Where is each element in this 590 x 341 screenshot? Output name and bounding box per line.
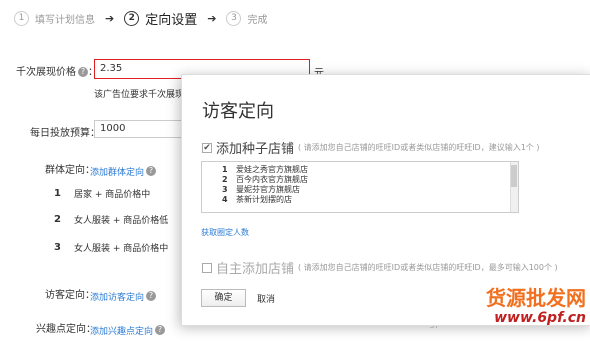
list-scrollbar[interactable]: [510, 162, 518, 212]
list-item: 3 曼妮芬官方旗舰店: [202, 185, 518, 195]
list-item-number: 4: [222, 195, 228, 204]
help-icon[interactable]: ?: [146, 290, 157, 301]
group-item-number: 3: [54, 242, 61, 253]
budget-input[interactable]: 1000: [94, 120, 184, 138]
step-indicator: 1 填写计划信息 ➔ 2 定向设置 ➔ 3 完成: [14, 8, 267, 28]
visitor-label: 访客定向：: [45, 290, 95, 301]
arrow-right-icon: ➔: [105, 11, 115, 25]
modal-title: 访客定向: [202, 101, 274, 122]
list-item-name: 百今内衣官方旗舰店: [236, 175, 308, 184]
seed-shop-list[interactable]: 1 爱娃之秀官方旗舰店 2 百今内衣官方旗舰店 3 曼妮芬官方旗舰店 4 茶新计…: [201, 161, 519, 213]
step-3-label: 完成: [247, 14, 268, 26]
list-item-name: 曼妮芬官方旗舰店: [236, 185, 300, 194]
seed-shop-label: 添加种子店铺: [216, 142, 295, 157]
group-item: 3 女人服装 + 商品价格中: [54, 241, 168, 254]
price-hint: 该广告位要求千次展现: [94, 90, 185, 100]
confirm-button[interactable]: 确定: [201, 289, 246, 307]
group-item-number: 1: [54, 188, 61, 199]
group-item: 2 女人服装 + 商品价格低: [54, 213, 168, 226]
add-group-row: 添加群体定向?: [90, 160, 157, 179]
list-item-name: 茶新计划摆的店: [236, 195, 292, 204]
watermark-url: www.6pf.cn: [494, 310, 586, 326]
interest-label: 兴趣点定向：: [36, 324, 96, 335]
arrow-right-icon: ➔: [207, 11, 217, 25]
step-2-label: 定向设置: [145, 12, 198, 28]
group-item-text: 女人服装 + 商品价格中: [74, 244, 169, 254]
fetch-audience-link[interactable]: 获取圈定人数: [201, 227, 249, 238]
seed-shop-option: ✔ 添加种子店铺 ( 请添加您自己店铺的旺旺ID或者类似店铺的旺旺ID，建议输入…: [202, 138, 539, 157]
add-interest-row: 添加兴趣点定向?: [90, 319, 166, 338]
seed-shop-note: ( 请添加您自己店铺的旺旺ID或者类似店铺的旺旺ID，建议输入1个 ): [298, 143, 540, 152]
list-item-number: 2: [222, 175, 228, 184]
list-item-name: 爱娃之秀官方旗舰店: [236, 165, 308, 174]
group-label: 群体定向：: [45, 165, 95, 176]
list-item: 1 爱娃之秀官方旗舰店: [202, 165, 518, 175]
list-item-number: 3: [222, 185, 228, 194]
add-visitor-row: 添加访客定向?: [90, 285, 157, 304]
step-2-number: 2: [124, 10, 140, 26]
price-label-row: 千次展现价格?：: [16, 67, 98, 78]
help-icon[interactable]: ?: [78, 67, 88, 77]
list-item: 4 茶新计划摆的店: [202, 195, 518, 205]
group-item: 1 居家 + 商品价格中: [54, 187, 150, 200]
price-label: 千次展现价格: [16, 67, 76, 78]
step-3: 3 完成: [226, 10, 268, 26]
list-item: 2 百今内衣官方旗舰店: [202, 175, 518, 185]
add-group-link[interactable]: 添加群体定向: [90, 168, 144, 178]
list-item-number: 1: [222, 165, 228, 174]
group-item-text: 女人服装 + 商品价格低: [74, 216, 169, 226]
step-3-number: 3: [226, 10, 242, 26]
watermark-brand: 货源批发网: [486, 286, 586, 310]
step-1: 1 填写计划信息: [14, 10, 95, 26]
step-2: 2 定向设置: [124, 9, 197, 28]
budget-label: 每日投放预算：: [30, 128, 100, 139]
add-interest-link[interactable]: 添加兴趣点定向: [90, 327, 153, 337]
custom-shop-checkbox[interactable]: [202, 262, 212, 273]
cancel-button[interactable]: 取消: [257, 292, 275, 305]
step-1-label: 填写计划信息: [35, 14, 95, 26]
group-item-text: 居家 + 商品价格中: [74, 190, 151, 200]
custom-shop-label: 自主添加店铺: [216, 262, 295, 277]
help-icon[interactable]: ?: [146, 165, 157, 176]
add-visitor-link[interactable]: 添加访客定向: [90, 293, 144, 303]
custom-shop-option: 自主添加店铺 ( 请添加您自己店铺的旺旺ID或者类似店铺的旺旺ID，最多可输入1…: [202, 258, 558, 277]
seed-shop-checkbox[interactable]: ✔: [202, 142, 212, 153]
help-icon[interactable]: ?: [155, 324, 166, 335]
group-item-number: 2: [54, 214, 61, 225]
scrollbar-thumb[interactable]: [511, 165, 517, 187]
custom-shop-note: ( 请添加您自己店铺的旺旺ID或者类似店铺的旺旺ID，最多可输入100个 ): [298, 263, 558, 272]
step-1-number: 1: [14, 10, 29, 26]
